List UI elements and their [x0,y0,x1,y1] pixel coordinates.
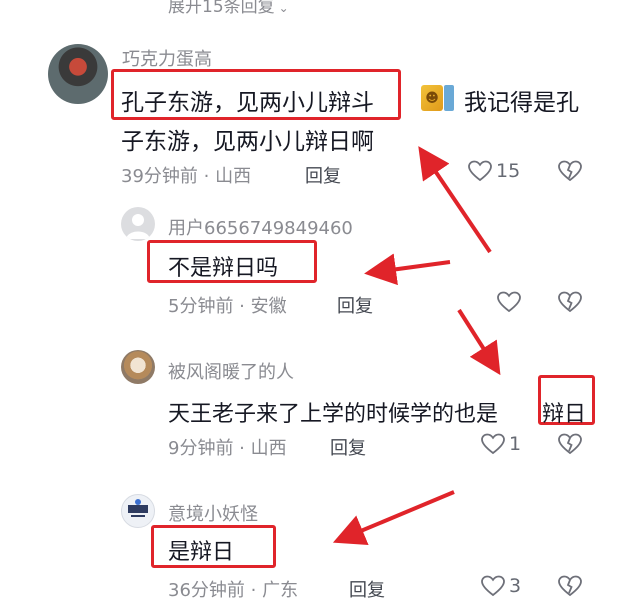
heart-icon [468,160,492,182]
broken-heart-icon [558,160,582,182]
heart-icon [481,575,505,597]
sticker-edge [444,85,454,111]
comment-text-line2: 子东游，见两小儿辩日啊 [121,129,374,155]
reply-button[interactable]: 回复 [305,162,341,188]
avatar[interactable] [121,350,155,384]
comment-username[interactable]: 被风阁暖了的人 [168,358,294,384]
expand-replies-label: 展开15条回复 [168,0,275,17]
reply-button[interactable]: 回复 [330,434,366,460]
comment-text-highlight: 是辩日 [168,540,235,565]
sticker-emoji: ☻ [421,85,443,111]
broken-heart-icon [558,433,582,455]
dislike-button[interactable] [558,160,582,182]
annotation-arrow [457,308,501,376]
broken-heart-icon [558,575,582,597]
comment-text-highlight: 孔子东游，见两小儿辩斗 [121,90,374,116]
dislike-button[interactable] [558,291,582,313]
avatar[interactable] [121,494,155,528]
comment-username[interactable]: 用户6656749849460 [168,214,353,240]
like-count: 15 [496,160,521,182]
avatar[interactable] [48,44,108,104]
comment-text-highlight: 辩日 [542,402,587,427]
dislike-button[interactable] [558,575,582,597]
avatar[interactable] [121,207,155,241]
broken-heart-icon [558,291,582,313]
comment-meta: 9分钟前 · 山西 [168,438,287,459]
chevron-down-icon: ⌄ [278,1,289,15]
avatar-illustration-icon [128,499,148,517]
comment-meta: 5分钟前 · 安徽 [168,296,287,317]
like-count: 3 [509,575,522,597]
like-count: 1 [509,433,522,455]
comment-text-tail: 我记得是孔 [464,90,579,116]
reply-button[interactable]: 回复 [337,292,373,318]
like-button[interactable]: 15 [468,160,520,182]
comment-username[interactable]: 意境小妖怪 [168,500,258,526]
heart-icon [497,291,521,313]
comment-meta: 39分钟前 · 山西 [121,166,252,187]
comment-meta: 36分钟前 · 广东 [168,580,299,601]
comment-text-highlight: 不是辩日吗 [168,256,279,281]
comment-text: 天王老子来了上学的时候学的也是 [168,402,499,427]
reply-button[interactable]: 回复 [349,576,385,602]
like-button[interactable]: 3 [481,575,521,597]
dislike-button[interactable] [558,433,582,455]
annotation-arrow [364,253,451,286]
like-button[interactable] [497,291,525,313]
default-avatar-icon [126,214,150,239]
annotation-arrow [332,490,455,546]
comment-username[interactable]: 巧克力蛋高 [122,45,212,71]
heart-icon [481,433,505,455]
like-button[interactable]: 1 [481,433,521,455]
expand-replies-link[interactable]: 展开15条回复 ⌄ [168,0,289,17]
